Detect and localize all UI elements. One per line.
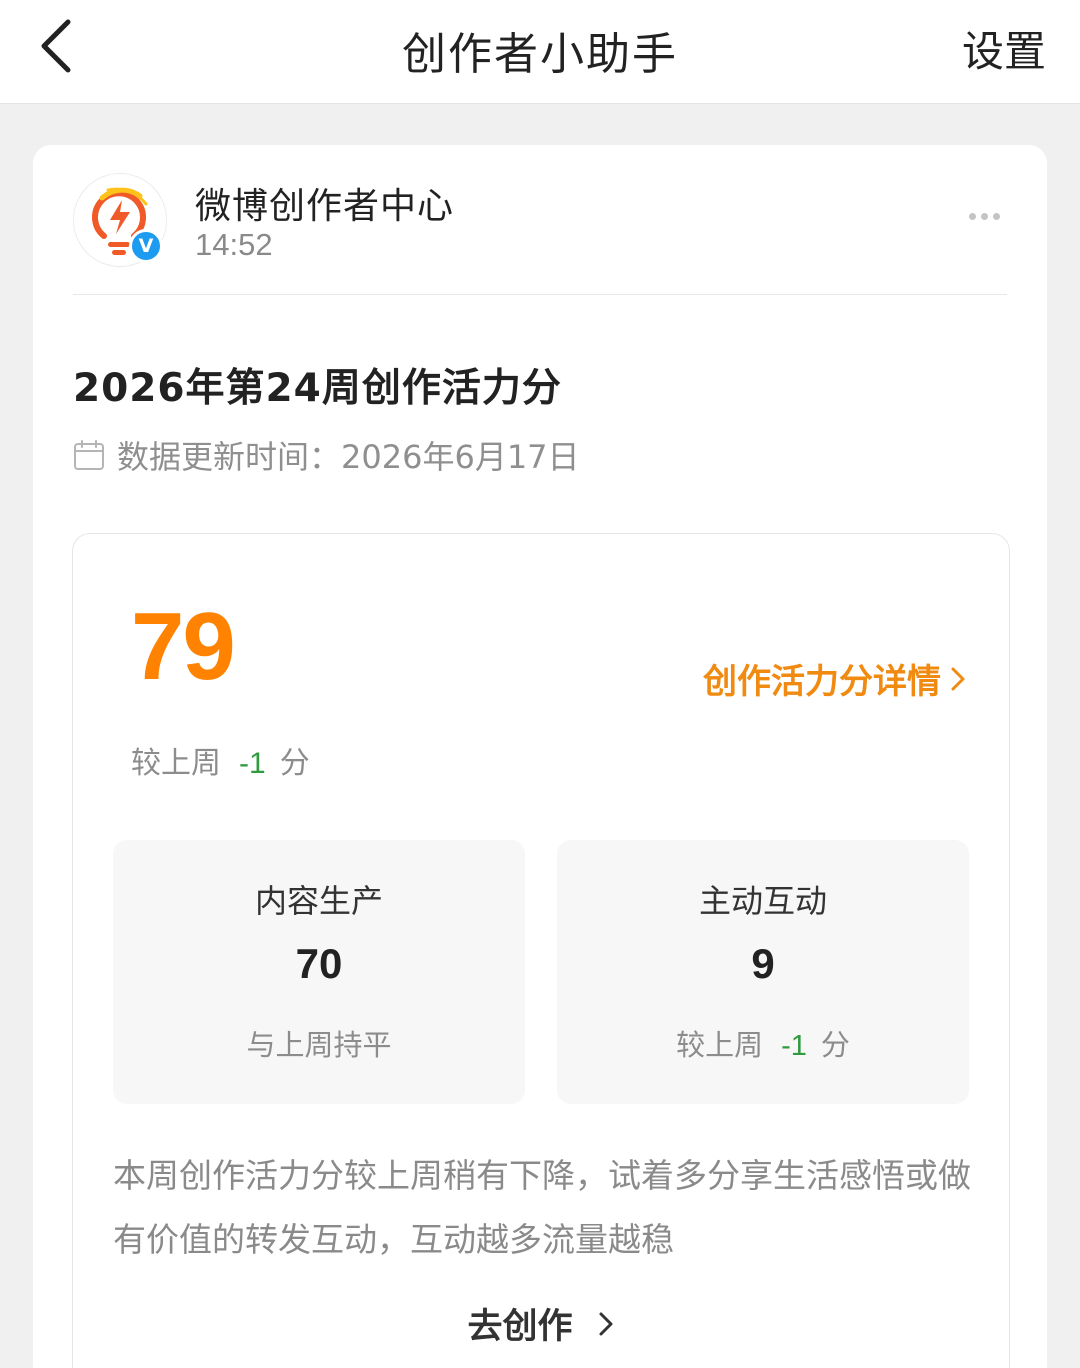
score-detail-link[interactable]: 创作活力分详情	[703, 654, 967, 703]
update-time-label: 数据更新时间：	[117, 438, 342, 476]
more-dots-icon[interactable]	[969, 205, 1009, 225]
account-name[interactable]: 微博创作者中心	[195, 177, 454, 229]
chevron-right-icon	[951, 667, 965, 690]
change-unit: 分	[820, 1028, 850, 1062]
stat-value: 9	[751, 940, 775, 987]
change-prefix: 较上周	[131, 746, 221, 781]
chevron-right-icon	[599, 1312, 612, 1335]
go-create-button[interactable]: 去创作	[73, 1298, 1009, 1349]
settings-button[interactable]: 设置	[962, 18, 1046, 79]
message-card: V 微博创作者中心 14:52 2026年第24周创作活力分 数据更新时间： 2…	[33, 145, 1047, 1368]
verified-badge-icon: V	[129, 229, 163, 263]
change-value: -1	[239, 747, 266, 780]
score-detail-label: 创作活力分详情	[703, 662, 941, 702]
stat-label: 主动互动	[698, 882, 827, 920]
update-time-row: 数据更新时间： 2026年6月17日	[73, 433, 580, 477]
top-nav-bar: 创作者小助手 设置	[0, 0, 1080, 104]
divider	[73, 294, 1007, 295]
stat-active-interaction: 主动互动 9 较上周 -1 分	[557, 840, 969, 1104]
stat-content-production: 内容生产 70 与上周持平	[113, 840, 525, 1104]
tip-text: 本周创作活力分较上周稍有下降，试着多分享生活感悟或做有价值的转发互动，互动越多流…	[113, 1156, 971, 1259]
stat-value: 70	[295, 940, 343, 987]
score-change: 较上周 -1 分	[131, 738, 310, 782]
change-prefix: 较上周	[676, 1028, 764, 1062]
change-value: -1	[781, 1030, 807, 1062]
change-unit: 分	[279, 746, 310, 781]
stat-label: 内容生产	[254, 882, 383, 920]
page-title: 创作者小助手	[402, 29, 678, 80]
stat-change: 较上周 -1 分	[557, 1022, 969, 1064]
total-score: 79	[131, 593, 236, 700]
calendar-icon	[74, 440, 104, 470]
post-time: 14:52	[195, 227, 273, 262]
post-title: 2026年第24周创作活力分	[73, 366, 562, 411]
stat-change: 与上周持平	[246, 1028, 392, 1062]
vitality-score-card: 79 创作活力分详情 较上周 -1 分 内容生产 70 与上周持平 主动互动 9 较…	[72, 533, 1010, 1368]
update-time-value: 2026年6月17日	[341, 438, 580, 476]
go-create-label: 去创作	[467, 1307, 573, 1347]
